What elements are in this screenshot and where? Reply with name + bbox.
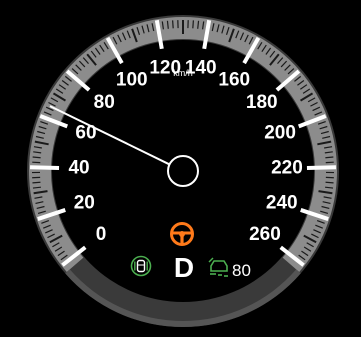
- speedometer-dial: 020406080100120 140160180200220240260 km/…: [27, 15, 339, 328]
- minor-tick: [325, 156, 334, 159]
- tick-label: 260: [249, 224, 281, 245]
- speed-unit-label: km/h: [173, 68, 193, 78]
- major-tick: [29, 165, 60, 171]
- tick-label: 200: [264, 123, 296, 144]
- minor-tick: [166, 20, 169, 29]
- minor-tick: [197, 20, 200, 29]
- tick-label: 60: [75, 123, 96, 144]
- tick-label: 80: [94, 92, 115, 113]
- tick-label: 180: [246, 92, 278, 113]
- minor-tick: [32, 181, 41, 184]
- minor-tick: [325, 181, 334, 184]
- minor-tick: [32, 156, 41, 159]
- minor-tick: [192, 20, 194, 29]
- speedometer: 0 20 40 60 80 100 120 140 160 180 200 220 240 260 km/…: [0, 0, 361, 337]
- tick-label: 240: [266, 193, 298, 214]
- tick-label: 0: [96, 224, 107, 245]
- major-tick: [306, 165, 337, 171]
- tick-label: 220: [271, 158, 303, 179]
- tick-label: 40: [68, 158, 89, 179]
- tick-label: 20: [74, 193, 95, 214]
- minor-tick: [172, 20, 174, 29]
- tick-label: 100: [116, 70, 148, 91]
- cruise-set-speed: 80: [232, 261, 251, 280]
- tick-label: 160: [218, 70, 250, 91]
- gear-indicator: D: [174, 252, 194, 283]
